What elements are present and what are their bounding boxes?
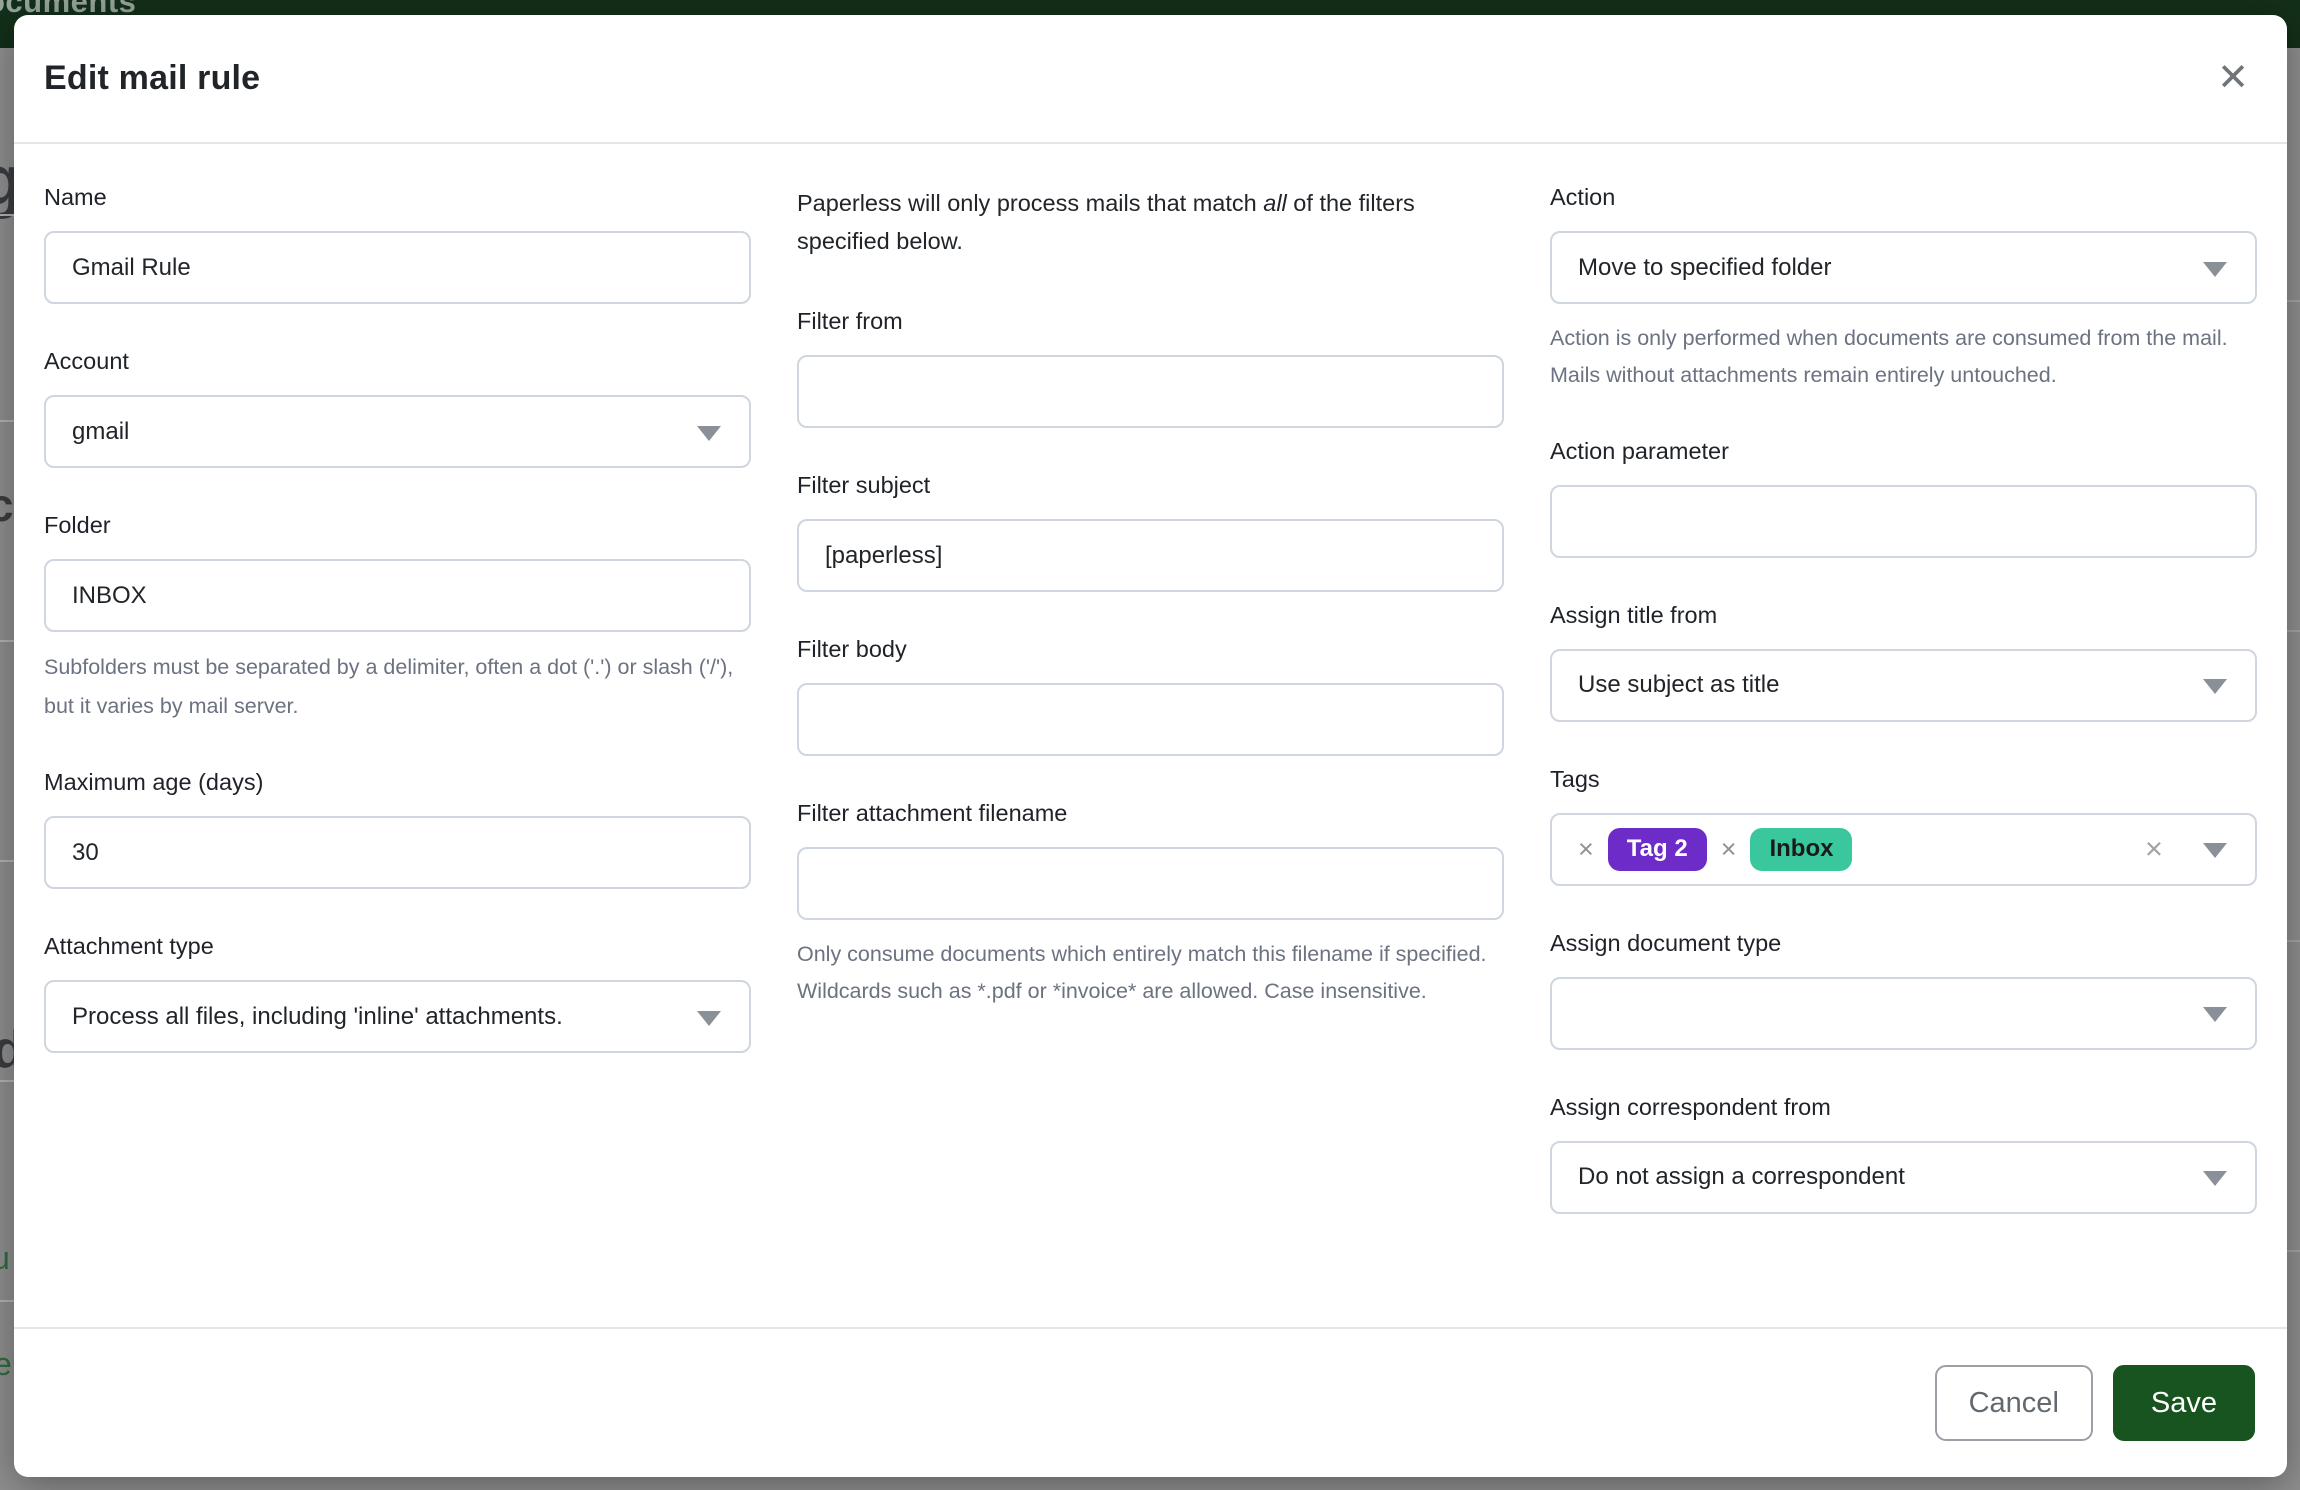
filter-attachment-filename-hint: Only consume documents which entirely ma… bbox=[797, 936, 1504, 1010]
column-filters: Paperless will only process mails that m… bbox=[797, 184, 1504, 1258]
close-icon[interactable]: ✕ bbox=[2211, 59, 2255, 97]
remove-tag-icon[interactable]: × bbox=[1721, 834, 1737, 865]
backdrop-divider bbox=[0, 420, 14, 422]
filter-body-label: Filter body bbox=[797, 636, 1504, 663]
assign-title-from-label: Assign title from bbox=[1550, 602, 2257, 629]
attachment-type-select[interactable]: Process all files, including 'inline' at… bbox=[44, 980, 751, 1053]
filter-body-input[interactable] bbox=[797, 683, 1504, 756]
save-button[interactable]: Save bbox=[2113, 1365, 2255, 1441]
backdrop-divider bbox=[0, 1300, 14, 1302]
assign-title-from-selected-value: Use subject as title bbox=[1578, 671, 1779, 699]
filter-subject-label: Filter subject bbox=[797, 472, 1504, 499]
filter-from-input[interactable] bbox=[797, 355, 1504, 428]
filters-intro-text: Paperless will only process mails that m… bbox=[797, 184, 1504, 260]
tag-badge: Tag 2 bbox=[1608, 828, 1707, 871]
remove-tag-icon[interactable]: × bbox=[1578, 834, 1594, 865]
chevron-down-icon bbox=[2203, 1171, 2227, 1186]
backdrop-divider bbox=[2287, 940, 2300, 942]
cancel-button[interactable]: Cancel bbox=[1935, 1365, 2093, 1441]
backdrop-divider bbox=[2287, 1250, 2300, 1252]
backdrop-divider bbox=[2287, 300, 2300, 302]
backdrop-divider bbox=[0, 860, 14, 862]
account-selected-value: gmail bbox=[72, 418, 129, 446]
filter-attachment-filename-input[interactable] bbox=[797, 847, 1504, 920]
folder-input[interactable] bbox=[44, 559, 751, 632]
max-age-label: Maximum age (days) bbox=[44, 769, 751, 796]
account-label: Account bbox=[44, 348, 751, 375]
assign-document-type-label: Assign document type bbox=[1550, 930, 2257, 957]
account-select[interactable]: gmail bbox=[44, 395, 751, 468]
backdrop-text-fragment: u bbox=[0, 1240, 10, 1277]
assign-correspondent-from-selected-value: Do not assign a correspondent bbox=[1578, 1163, 1905, 1191]
action-label: Action bbox=[1550, 184, 2257, 211]
chevron-down-icon bbox=[2203, 843, 2227, 858]
action-hint: Action is only performed when documents … bbox=[1550, 320, 2257, 394]
chevron-down-icon bbox=[697, 426, 721, 441]
action-selected-value: Move to specified folder bbox=[1578, 254, 1831, 282]
column-actions: Action Move to specified folder Action i… bbox=[1550, 184, 2257, 1258]
edit-mail-rule-dialog: Edit mail rule ✕ Name Account gmail Fold… bbox=[14, 15, 2287, 1477]
assign-title-from-select[interactable]: Use subject as title bbox=[1550, 649, 2257, 722]
backdrop-text-fragment: g bbox=[0, 140, 14, 220]
backdrop-divider bbox=[0, 640, 14, 642]
filter-from-label: Filter from bbox=[797, 308, 1504, 335]
chevron-down-icon bbox=[2203, 1007, 2227, 1022]
filters-intro-pre: Paperless will only process mails that m… bbox=[797, 190, 1263, 216]
filters-intro-emphasis: all bbox=[1263, 190, 1287, 216]
name-label: Name bbox=[44, 184, 751, 211]
tag-badge: Inbox bbox=[1750, 828, 1852, 871]
chevron-down-icon bbox=[697, 1011, 721, 1026]
filter-subject-input[interactable] bbox=[797, 519, 1504, 592]
action-select[interactable]: Move to specified folder bbox=[1550, 231, 2257, 304]
column-general: Name Account gmail Folder Subfolders mus… bbox=[44, 184, 751, 1258]
dialog-body: Name Account gmail Folder Subfolders mus… bbox=[14, 144, 2287, 1327]
dialog-title: Edit mail rule bbox=[44, 59, 260, 98]
folder-hint: Subfolders must be separated by a delimi… bbox=[44, 648, 751, 725]
action-parameter-label: Action parameter bbox=[1550, 438, 2257, 465]
tags-select[interactable]: × Tag 2 × Inbox × bbox=[1550, 813, 2257, 886]
attachment-type-selected-value: Process all files, including 'inline' at… bbox=[72, 1003, 563, 1031]
clear-tags-icon[interactable]: × bbox=[2145, 831, 2163, 867]
chevron-down-icon bbox=[2203, 262, 2227, 277]
action-parameter-input[interactable] bbox=[1550, 485, 2257, 558]
backdrop-divider bbox=[2287, 630, 2300, 632]
tags-label: Tags bbox=[1550, 766, 2257, 793]
backdrop-divider bbox=[0, 1080, 14, 1082]
backdrop-text-fragment: ld bbox=[0, 1020, 14, 1080]
backdrop-text-fragment: e bbox=[0, 1346, 12, 1383]
chevron-down-icon bbox=[2203, 679, 2227, 694]
backdrop-right-gutter bbox=[2287, 48, 2300, 1490]
dialog-header: Edit mail rule ✕ bbox=[14, 15, 2287, 144]
max-age-input[interactable] bbox=[44, 816, 751, 889]
assign-correspondent-from-label: Assign correspondent from bbox=[1550, 1094, 2257, 1121]
name-input[interactable] bbox=[44, 231, 751, 304]
backdrop-left-gutter: g c ld u e bbox=[0, 48, 14, 1490]
dialog-footer: Cancel Save bbox=[14, 1327, 2287, 1477]
backdrop-divider bbox=[0, 214, 14, 216]
attachment-type-label: Attachment type bbox=[44, 933, 751, 960]
assign-correspondent-from-select[interactable]: Do not assign a correspondent bbox=[1550, 1141, 2257, 1214]
filter-attachment-filename-label: Filter attachment filename bbox=[797, 800, 1504, 827]
assign-document-type-select[interactable] bbox=[1550, 977, 2257, 1050]
folder-label: Folder bbox=[44, 512, 751, 539]
backdrop-text-fragment: c bbox=[0, 478, 14, 532]
